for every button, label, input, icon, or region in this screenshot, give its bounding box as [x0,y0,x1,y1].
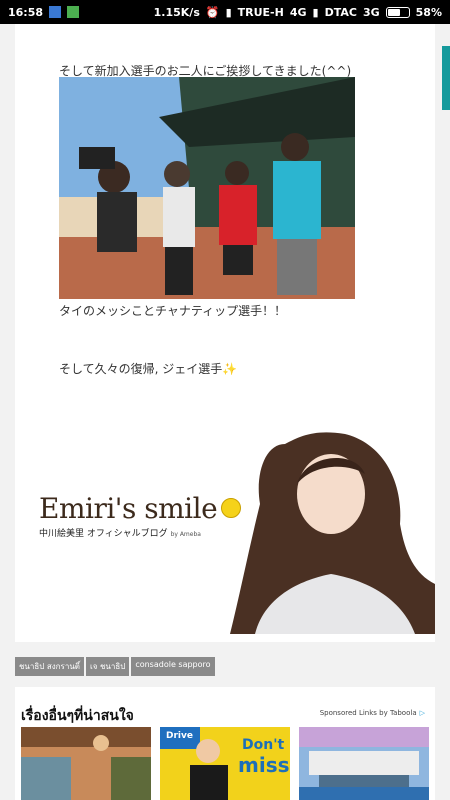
ad-2-brand: Drive [166,731,193,741]
smile-icon [221,498,242,518]
alarm-icon: ⏰ [205,5,220,19]
tag-list: ชนาธิป สงกรานติ์ เจ ชนาธิป consadole sap… [15,657,215,676]
status-time: 16:58 [8,5,44,19]
battery-percent: 58% [415,5,442,19]
tag-item[interactable]: เจ ชนาธิป [85,657,130,676]
signal-icon-2: ▮ [312,5,319,19]
notification-icon-2 [67,6,80,18]
net2: 3G [362,5,380,19]
battery-icon [385,6,410,18]
photo-caption: タイのメッシことチャナティップ選手！！ [59,304,287,318]
carrier2: DTAC [324,5,357,19]
blog-post-card: そして新加入選手のお二人にご挨拶してきました(^^) タイのメッシことチャナティ… [15,24,435,642]
scroll-indicator[interactable] [442,46,450,110]
tag-item[interactable]: ชนาธิป สงกรานติ์ [15,657,84,676]
net1: 4G [289,5,307,19]
ad-2-headline-1: Don't [242,737,285,753]
sponsored-ad-2[interactable]: Drive Don't miss [160,727,290,800]
tag-item[interactable]: consadole sapporo [131,657,215,676]
ad-3-image [299,727,429,800]
banner-subtitle: 中川絵美里 オフィシャルブログ by Ameba [39,529,201,539]
blog-banner[interactable]: Emiri's smile 中川絵美里 オフィシャルブログ by Ameba [15,404,435,634]
status-bar: 16:58 1.15K/s ⏰ ▮ TRUE-H 4G ▮ DTAC 3G 58… [0,0,450,24]
ad-2-headline-2: miss [238,753,290,777]
sponsored-heading: เรื่องอื่นๆที่น่าสนใจ [21,708,134,724]
page: そして新加入選手のお二人にご挨拶してきました(^^) タイのメッシことチャナティ… [0,24,450,800]
taboola-label[interactable]: Sponsored Links by Taboola ▷ [320,709,425,717]
post-line-2: そして久々の復帰, ジェイ選手✨ [59,362,238,376]
sponsored-section: เรื่องอื่นๆที่น่าสนใจ Sponsored Links by… [15,687,435,800]
signal-icon: ▮ [225,5,232,19]
net-speed: 1.15K/s [153,5,200,19]
sponsored-ad-3[interactable] [299,727,429,800]
banner-title: Emiri's smile [39,492,242,525]
taboola-arrow-icon: ▷ [419,709,425,717]
banner-by: by Ameba [170,531,201,538]
photo-image [59,77,355,299]
sponsored-ad-1[interactable] [21,727,151,800]
ad-1-image [21,727,151,800]
carrier1: TRUE-H [237,5,284,19]
notification-icon [49,6,62,18]
post-photo[interactable] [59,77,355,299]
